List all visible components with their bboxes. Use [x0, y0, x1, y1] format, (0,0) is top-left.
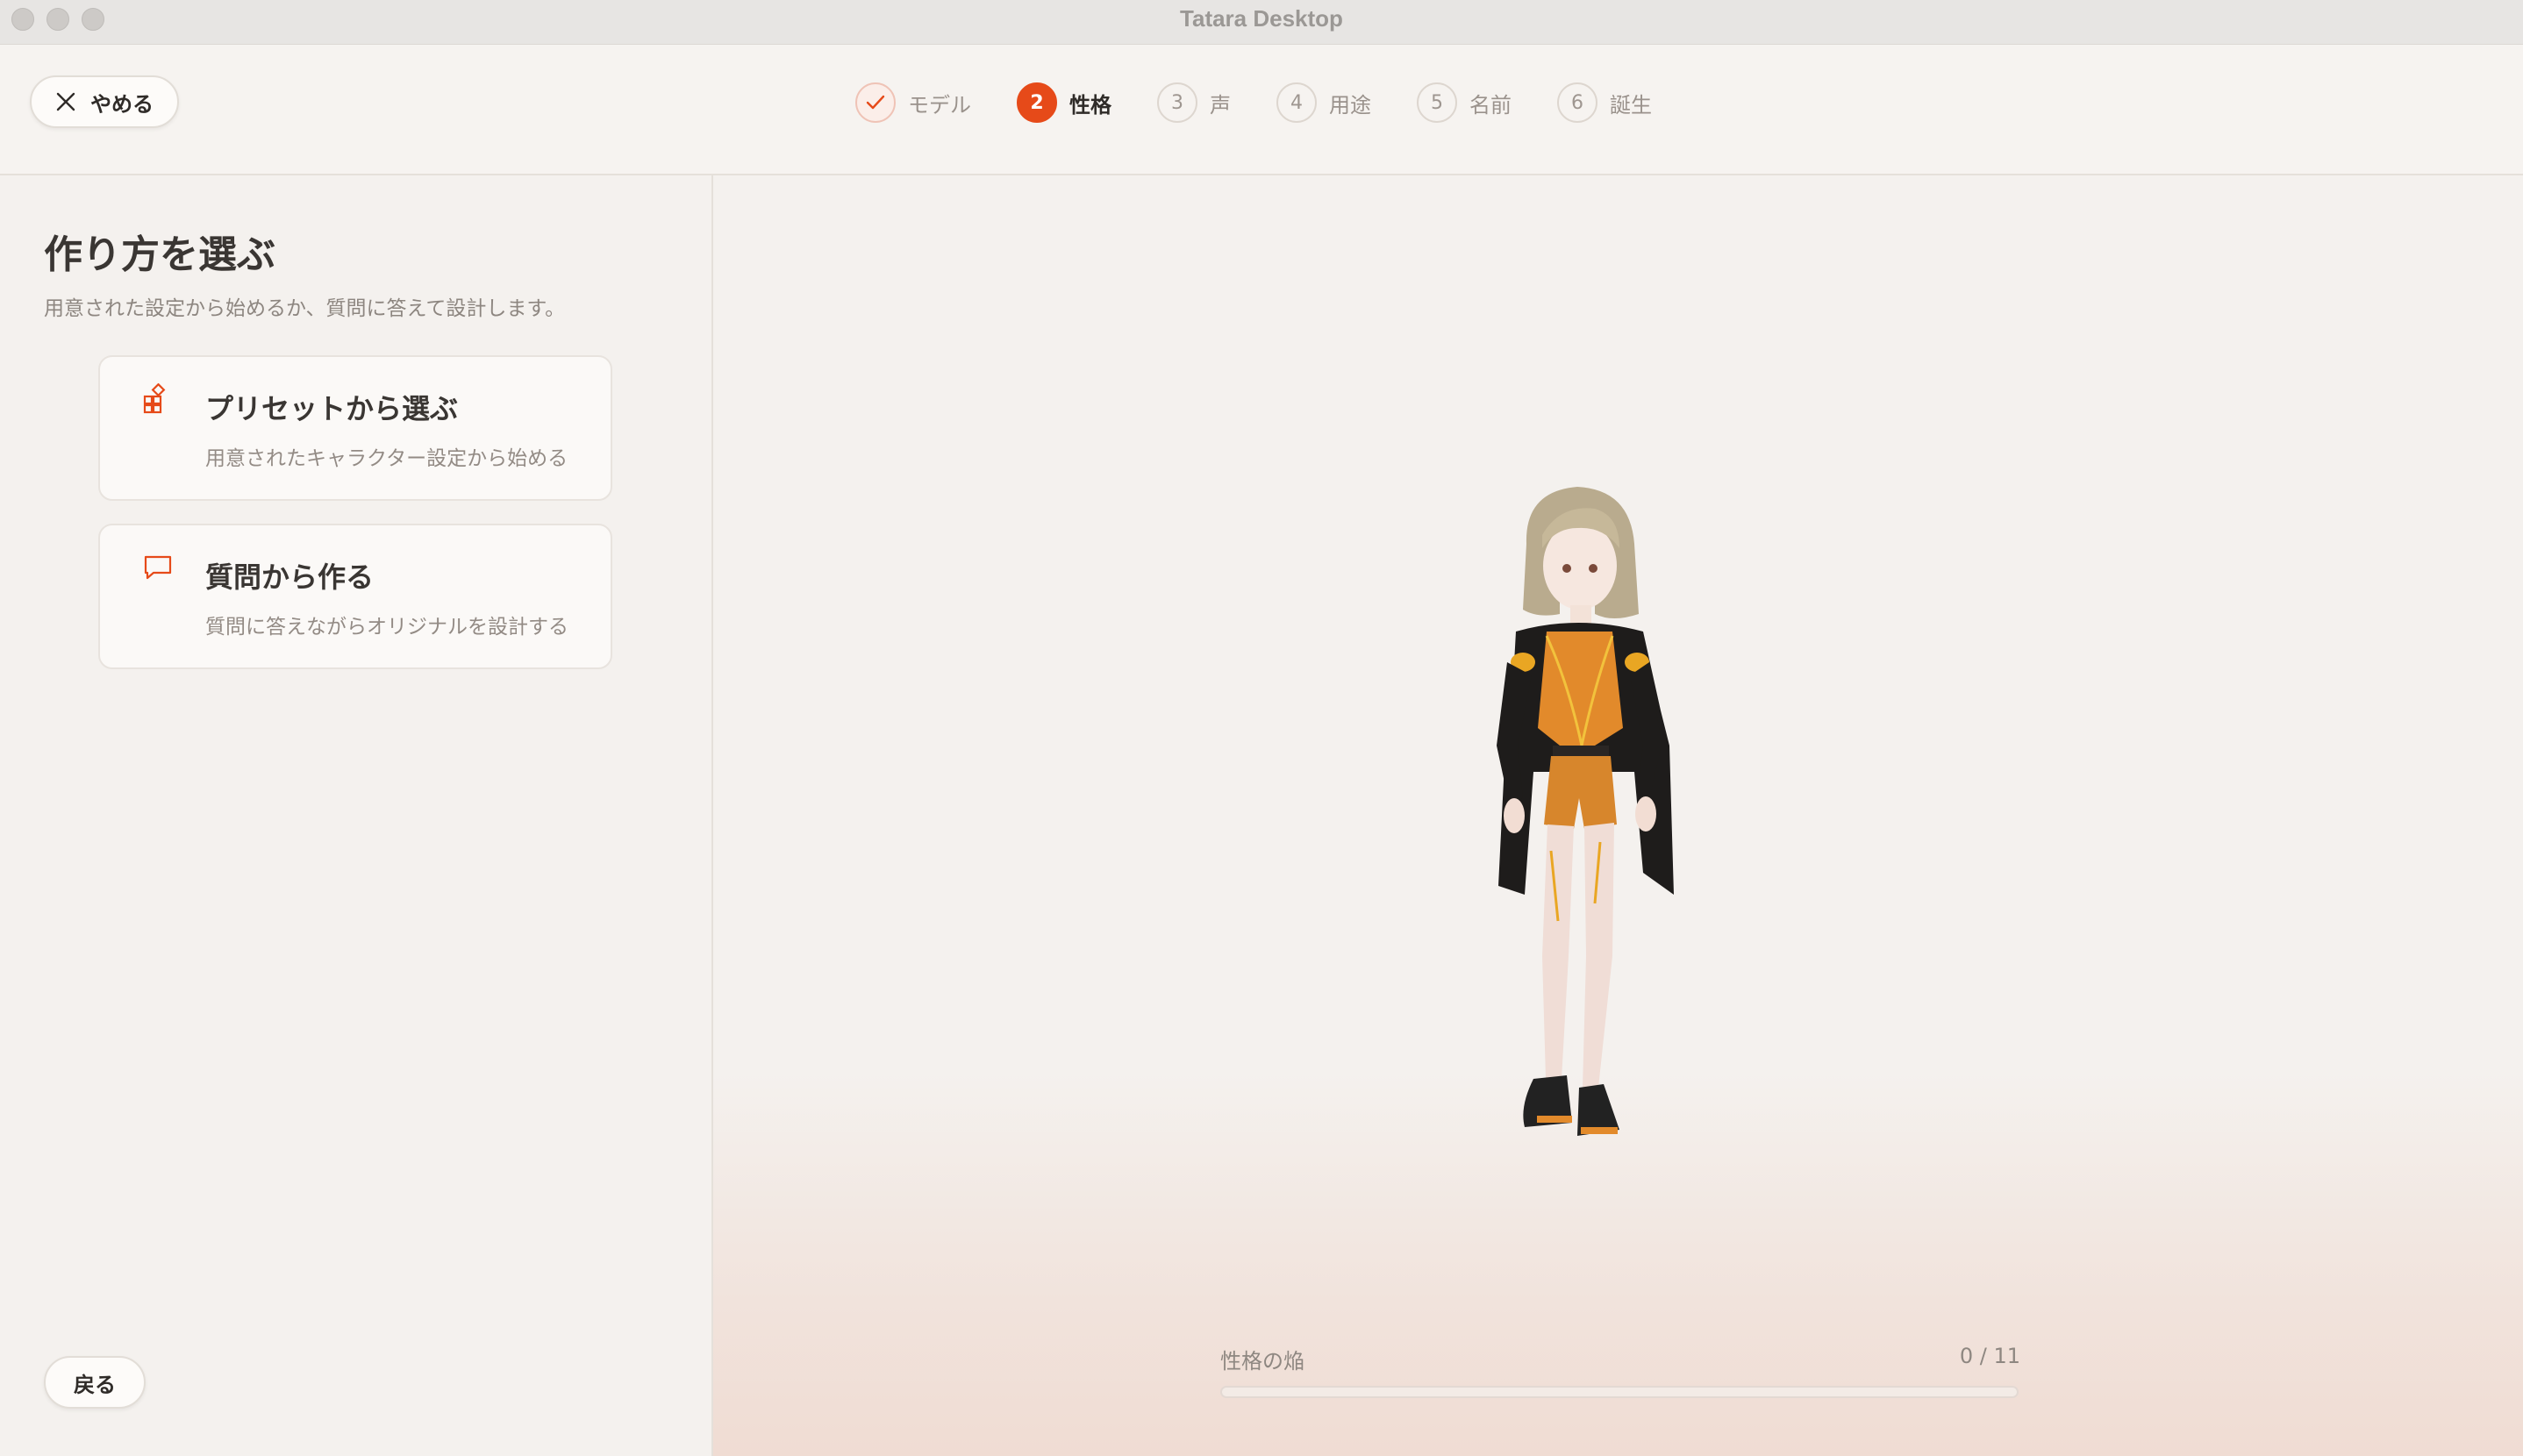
back-button[interactable]: 戻る: [44, 1356, 146, 1409]
step-indicator: モデル 2 性格 3 声 4 用途 5 名前 6 誕生: [855, 80, 1697, 125]
step-number: 3: [1157, 82, 1197, 123]
quit-button-label: やめる: [90, 91, 154, 117]
question-option-card[interactable]: 質問から作る 質問に答えながらオリジナルを設計する: [98, 524, 612, 669]
title-bar: Tatara Desktop: [0, 0, 2523, 45]
character-preview: 性格の焔 0 / 11: [713, 175, 2523, 1456]
step-name: 5 名前: [1417, 82, 1512, 123]
close-icon: [56, 92, 75, 111]
wizard-header: やめる モデル 2 性格 3 声 4 用途 5 名前 6 誕生: [0, 45, 2523, 175]
option-title: プリセットから選ぶ: [205, 392, 459, 425]
step-label: 声: [1210, 92, 1231, 118]
check-icon: [866, 95, 885, 110]
option-description: 用意されたキャラクター設定から始める: [205, 447, 568, 470]
preset-grid-icon: [143, 383, 166, 414]
progress-label: 性格の焔: [1220, 1349, 1304, 1374]
step-label: モデル: [908, 92, 971, 118]
step-number: 6: [1557, 82, 1597, 123]
sidebar: 作り方を選ぶ 用意された設定から始めるか、質問に答えて設計します。 プリセットか…: [0, 175, 713, 1456]
option-title: 質問から作る: [205, 560, 375, 594]
option-description: 質問に答えながらオリジナルを設計する: [205, 616, 568, 639]
step-model-check: [855, 82, 896, 123]
progress-count: 0 / 11: [1959, 1344, 2020, 1368]
step-label: 性格: [1069, 92, 1111, 118]
step-number: 4: [1276, 82, 1317, 123]
step-label: 用途: [1329, 92, 1371, 118]
quit-button[interactable]: やめる: [30, 75, 179, 128]
personality-progress-bar: [1220, 1386, 2019, 1398]
step-label: 名前: [1469, 92, 1512, 118]
step-birth: 6 誕生: [1557, 82, 1652, 123]
preset-option-card[interactable]: プリセットから選ぶ 用意されたキャラクター設定から始める: [98, 355, 612, 501]
step-usage: 4 用途: [1276, 82, 1371, 123]
step-label: 誕生: [1610, 92, 1652, 118]
character-model-image[interactable]: [1463, 482, 1735, 1167]
page-title: 作り方を選ぶ: [44, 232, 275, 277]
window-title: Tatara Desktop: [1180, 5, 1343, 32]
step-number: 5: [1417, 82, 1457, 123]
page-subtitle: 用意された設定から始めるか、質問に答えて設計します。: [44, 297, 566, 320]
step-model: モデル: [855, 82, 971, 123]
step-number: 2: [1017, 82, 1057, 123]
chat-bubble-icon: [144, 555, 172, 580]
step-voice: 3 声: [1157, 82, 1231, 123]
step-personality: 2 性格: [1017, 82, 1111, 123]
